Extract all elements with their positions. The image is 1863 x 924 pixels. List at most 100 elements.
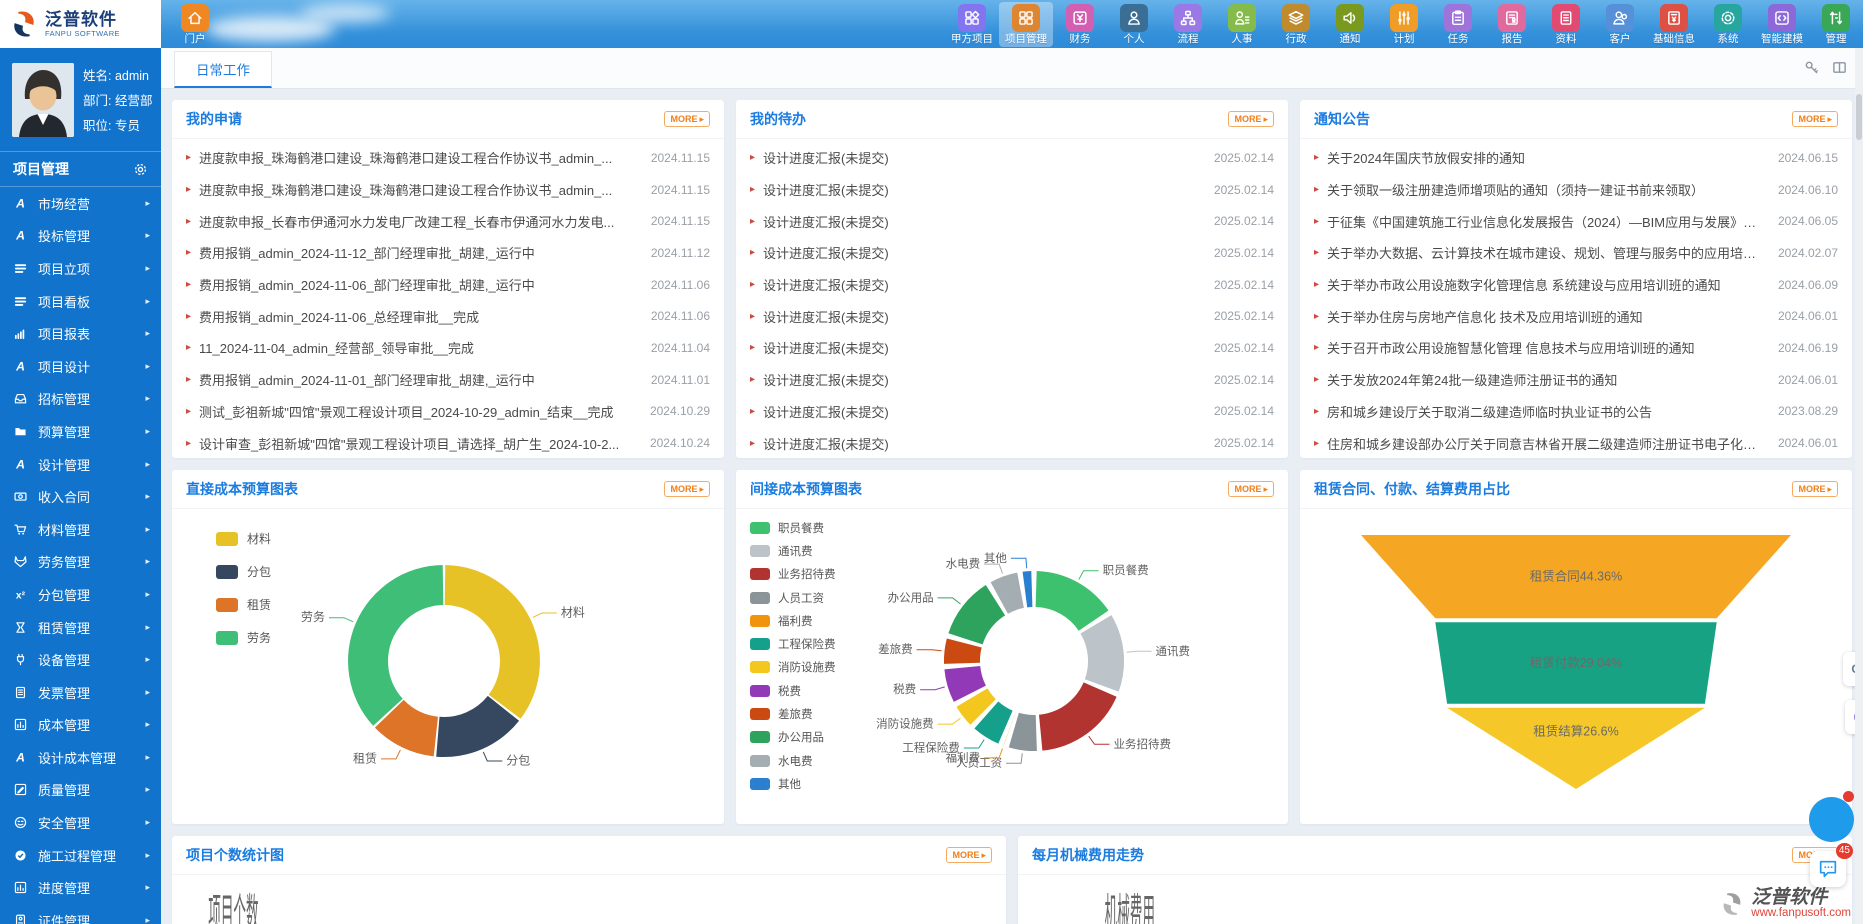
nav-item-6[interactable]: 行政 [1269,2,1323,47]
more-button[interactable]: MORE [664,481,710,497]
list-item[interactable]: 费用报销_admin_2024-11-01_部门经理审批_胡建,_运行中2024… [186,364,710,396]
sidebar-item-18[interactable]: 质量管理 [0,774,161,807]
legend-item[interactable]: 租赁 [216,588,271,621]
sidebar-item-14[interactable]: 设备管理 [0,643,161,676]
nav-item-14[interactable]: 系统 [1701,2,1755,47]
list-item[interactable]: 进度款申报_珠海鹤港口建设_珠海鹤港口建设工程合作协议书_admin_...20… [186,174,710,206]
legend-item[interactable]: 职员餐费 [750,516,836,539]
tab-daily-work[interactable]: 日常工作 [174,51,272,88]
list-item[interactable]: 设计进度汇报(未提交)2025.02.14 [750,205,1274,237]
sidebar-item-7[interactable]: 预算管理 [0,415,161,448]
sidebar-item-4[interactable]: 项目报表 [0,317,161,350]
more-button[interactable]: MORE [664,111,710,127]
list-item[interactable]: 设计进度汇报(未提交)2025.02.14 [750,427,1274,458]
legend-item[interactable]: 分包 [216,555,271,588]
legend-item[interactable]: 办公用品 [750,726,836,749]
project-count-line-chart[interactable]: 项目个数 7 7 7 [172,875,1006,924]
list-item[interactable]: 关于举办大数据、云计算技术在城市建设、规划、管理与服务中的应用培训班...202… [1314,237,1838,269]
nav-item-9[interactable]: 任务 [1431,2,1485,47]
scrollbar-thumb[interactable] [1856,94,1862,140]
sidebar-item-1[interactable]: A投标管理 [0,220,161,253]
sidebar-item-2[interactable]: 项目立项 [0,252,161,285]
list-item[interactable]: 设计进度汇报(未提交)2025.02.14 [750,396,1274,428]
more-button[interactable]: MORE [1228,111,1274,127]
more-button[interactable]: MORE [1792,111,1838,127]
legend-item[interactable]: 材料 [216,522,271,555]
portal-button[interactable]: 门户 [168,2,222,45]
list-item[interactable]: 设计进度汇报(未提交)2025.02.14 [750,269,1274,301]
sidebar-item-21[interactable]: 进度管理 [0,871,161,904]
sidebar-item-5[interactable]: A项目设计 [0,350,161,383]
list-item[interactable]: 设计审查_彭祖新城"四馆"景观工程设计项目_请选择_胡广生_2024-10-2.… [186,427,710,458]
legend-item[interactable]: 税费 [750,679,836,702]
sidebar-item-3[interactable]: 项目看板 [0,285,161,318]
legend-item[interactable]: 其他 [750,772,836,795]
list-item[interactable]: 费用报销_admin_2024-11-06_部门经理审批_胡建,_运行中2024… [186,269,710,301]
list-item[interactable]: 关于举办市政公用设施数字化管理信息 系统建设与应用培训班的通知2024.06.0… [1314,269,1838,301]
nav-item-13[interactable]: 基础信息 [1647,2,1701,47]
legend-item[interactable]: 人员工资 [750,586,836,609]
list-item[interactable]: 费用报销_admin_2024-11-12_部门经理审批_胡建,_运行中2024… [186,237,710,269]
brand-logo[interactable]: 泛普软件 FANPU SOFTWARE [0,0,161,48]
legend-item[interactable]: 劳务 [216,621,271,654]
sidebar-item-20[interactable]: 施工过程管理 [0,839,161,872]
list-item[interactable]: 11_2024-11-04_admin_经营部_领导审批__完成2024.11.… [186,332,710,364]
list-item[interactable]: 进度款申报_长春市伊通河水力发电厂改建工程_长春市伊通河水力发电...2024.… [186,205,710,237]
list-item[interactable]: 住房和城乡建设部办公厅关于同意吉林省开展二级建造师注册证书电子化试点...202… [1314,427,1838,458]
nav-item-12[interactable]: 客户 [1593,2,1647,47]
list-item[interactable]: 测试_彭祖新城"四馆"景观工程设计项目_2024-10-29_admin_结束_… [186,396,710,428]
key-icon[interactable] [1804,60,1819,75]
sidebar-item-16[interactable]: 成本管理 [0,709,161,742]
list-item[interactable]: 关于召开市政公用设施智慧化管理 信息技术与应用培训班的通知2024.06.19 [1314,332,1838,364]
nav-item-2[interactable]: 财务 [1053,2,1107,47]
nav-item-10[interactable]: 报告 [1485,2,1539,47]
sidebar-item-0[interactable]: A市场经营 [0,187,161,220]
nav-item-16[interactable]: 管理 [1809,2,1863,47]
list-item[interactable]: 进度款申报_珠海鹤港口建设_珠海鹤港口建设工程合作协议书_admin_...20… [186,142,710,174]
list-item[interactable]: 设计进度汇报(未提交)2025.02.14 [750,237,1274,269]
more-button[interactable]: MORE [1228,481,1274,497]
legend-item[interactable]: 工程保险费 [750,632,836,655]
sidebar-item-19[interactable]: 安全管理 [0,806,161,839]
list-item[interactable]: 关于领取一级注册建造师增项贴的通知（须持一建证书前来领取）2024.06.10 [1314,174,1838,206]
sidebar-item-13[interactable]: 租赁管理 [0,611,161,644]
settings-gear-icon[interactable] [133,162,148,177]
nav-item-7[interactable]: 通知 [1323,2,1377,47]
legend-item[interactable]: 水电费 [750,749,836,772]
sidebar-item-10[interactable]: 材料管理 [0,513,161,546]
legend-item[interactable]: 业务招待费 [750,563,836,586]
nav-item-11[interactable]: 资料 [1539,2,1593,47]
nav-item-5[interactable]: 人事 [1215,2,1269,47]
sidebar-item-8[interactable]: A设计管理 [0,448,161,481]
nav-item-8[interactable]: 计划 [1377,2,1431,47]
nav-item-3[interactable]: 个人 [1107,2,1161,47]
legend-item[interactable]: 通讯费 [750,539,836,562]
legend-item[interactable]: 消防设施费 [750,656,836,679]
list-item[interactable]: 关于发放2024年第24批一级建造师注册证书的通知2024.06.01 [1314,364,1838,396]
list-item[interactable]: 设计进度汇报(未提交)2025.02.14 [750,332,1274,364]
list-item[interactable]: 房和城乡建设厅关于取消二级建造师临时执业证书的公告2023.08.29 [1314,396,1838,428]
sidebar-item-17[interactable]: A设计成本管理 [0,741,161,774]
list-item[interactable]: 关于举办住房与房地产信息化 技术及应用培训班的通知2024.06.01 [1314,300,1838,332]
sidebar-item-9[interactable]: 收入合同 [0,480,161,513]
sidebar-item-6[interactable]: 招标管理 [0,383,161,416]
nav-item-4[interactable]: 流程 [1161,2,1215,47]
funnel-chart[interactable]: 租赁合同44.36%租赁付款29.04%租赁结算26.6% [1300,509,1852,824]
list-item[interactable]: 关于2024年国庆节放假安排的通知2024.06.15 [1314,142,1838,174]
sidebar-item-11[interactable]: 劳务管理 [0,546,161,579]
scrollbar[interactable] [1855,48,1863,924]
legend-item[interactable]: 差旅费 [750,702,836,725]
legend-item[interactable]: 福利费 [750,609,836,632]
avatar[interactable] [12,63,74,137]
panel-toggle-icon[interactable] [1832,60,1847,75]
list-item[interactable]: 设计进度汇报(未提交)2025.02.14 [750,300,1274,332]
nav-item-15[interactable]: 智能建模 [1755,2,1809,47]
nav-item-0[interactable]: 甲方项目 [945,2,999,47]
list-item[interactable]: 费用报销_admin_2024-11-06_总经理审批__完成2024.11.0… [186,300,710,332]
list-item[interactable]: 设计进度汇报(未提交)2025.02.14 [750,364,1274,396]
sidebar-item-12[interactable]: x²分包管理 [0,578,161,611]
float-notification-button[interactable] [1809,797,1854,842]
nav-item-1[interactable]: 项目管理 [999,2,1053,47]
list-item[interactable]: 于征集《中国建筑施工行业信息化发展报告（2024）—BIM应用与发展》材料...… [1314,205,1838,237]
sidebar-item-15[interactable]: 发票管理 [0,676,161,709]
